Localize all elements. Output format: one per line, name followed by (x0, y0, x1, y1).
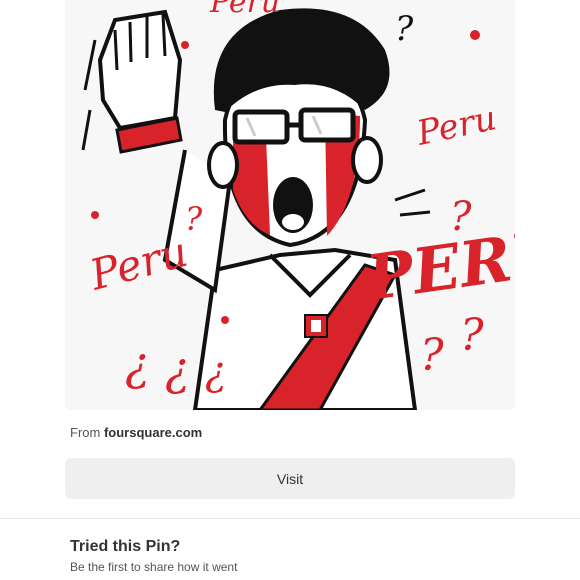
visit-button[interactable]: Visit (65, 458, 515, 499)
svg-text:¿: ¿ (205, 349, 226, 395)
svg-text:?: ? (395, 9, 414, 49)
svg-text:¿: ¿ (165, 342, 190, 396)
svg-text:Peru: Peru (209, 0, 280, 20)
tried-pin-subtitle: Be the first to share how it went (70, 560, 238, 574)
svg-text:?: ? (420, 330, 444, 381)
pin-image[interactable]: Peru PERU Peru Peru ¿ ¿ ¿ ? ? ? ? ? (65, 0, 515, 410)
svg-text:?: ? (460, 310, 484, 361)
source-domain-link[interactable]: foursquare.com (104, 425, 202, 440)
pin-source: From foursquare.com (70, 425, 202, 440)
source-prefix: From (70, 425, 101, 440)
svg-text:?: ? (185, 200, 203, 238)
svg-text:¿: ¿ (125, 337, 150, 391)
pin-illustration: Peru PERU Peru Peru ¿ ¿ ¿ ? ? ? ? ? (65, 0, 515, 410)
tried-pin-title: Tried this Pin? (70, 538, 181, 555)
section-divider (0, 518, 580, 519)
svg-text:?: ? (450, 194, 472, 240)
